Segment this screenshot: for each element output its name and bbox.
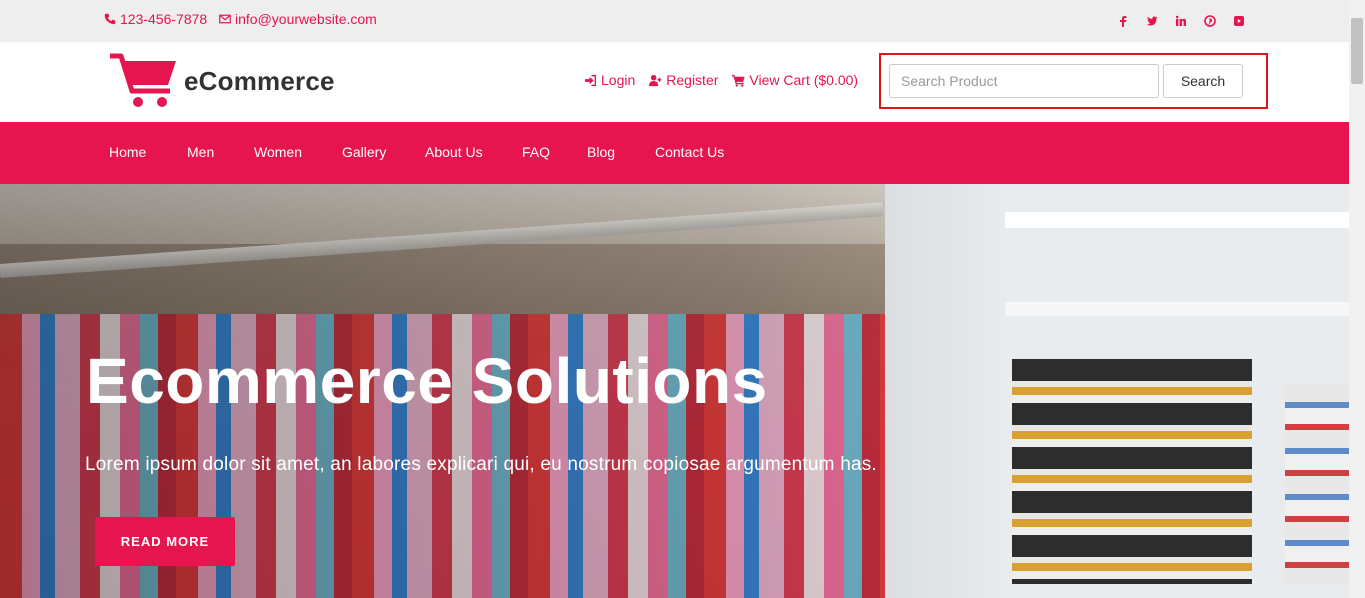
user-plus-icon xyxy=(649,74,662,86)
nav-about-us[interactable]: About Us xyxy=(425,144,483,160)
search-button[interactable]: Search xyxy=(1163,64,1243,98)
sign-in-icon xyxy=(584,74,597,86)
envelope-icon xyxy=(219,14,231,24)
header-links: Login Register View Cart ($0.00) xyxy=(584,72,858,88)
hero-title: Ecommerce Solutions xyxy=(86,345,768,417)
nav-men[interactable]: Men xyxy=(187,144,214,160)
youtube-icon[interactable] xyxy=(1224,13,1253,29)
main-nav: Home Men Women Gallery About Us FAQ Blog… xyxy=(0,122,1349,184)
cart-icon xyxy=(732,74,745,87)
logo[interactable]: eCommerce xyxy=(108,53,335,109)
nav-contact-us[interactable]: Contact Us xyxy=(655,144,724,160)
logo-text: eCommerce xyxy=(184,65,335,96)
register-link[interactable]: Register xyxy=(649,72,718,88)
page-scrollbar[interactable] xyxy=(1349,0,1365,598)
twitter-icon[interactable] xyxy=(1137,13,1166,29)
login-link[interactable]: Login xyxy=(584,72,635,88)
nav-gallery[interactable]: Gallery xyxy=(342,144,386,160)
read-more-button[interactable]: READ MORE xyxy=(95,517,235,566)
view-cart-link[interactable]: View Cart ($0.00) xyxy=(732,72,858,88)
email-contact[interactable]: info@yourwebsite.com xyxy=(219,11,377,27)
scrollbar-thumb[interactable] xyxy=(1351,18,1363,84)
hero-subtitle: Lorem ipsum dolor sit amet, an labores e… xyxy=(85,454,877,475)
nav-faq[interactable]: FAQ xyxy=(522,144,550,160)
phone-number: 123-456-7878 xyxy=(120,11,208,27)
view-cart-label: View Cart ($0.00) xyxy=(749,72,859,88)
nav-blog[interactable]: Blog xyxy=(587,144,615,160)
phone-contact[interactable]: 123-456-7878 xyxy=(104,11,207,27)
email-address: info@yourwebsite.com xyxy=(235,11,377,27)
phone-icon xyxy=(104,13,116,25)
nav-women[interactable]: Women xyxy=(254,144,302,160)
search-input[interactable] xyxy=(889,64,1159,98)
register-label: Register xyxy=(666,72,719,88)
facebook-icon[interactable] xyxy=(1108,13,1137,29)
social-links xyxy=(1108,13,1253,29)
nav-home[interactable]: Home xyxy=(109,144,146,160)
linkedin-icon[interactable] xyxy=(1166,13,1195,29)
login-label: Login xyxy=(601,72,636,88)
shopping-cart-logo-icon xyxy=(110,53,176,107)
pinterest-icon[interactable] xyxy=(1195,13,1224,29)
